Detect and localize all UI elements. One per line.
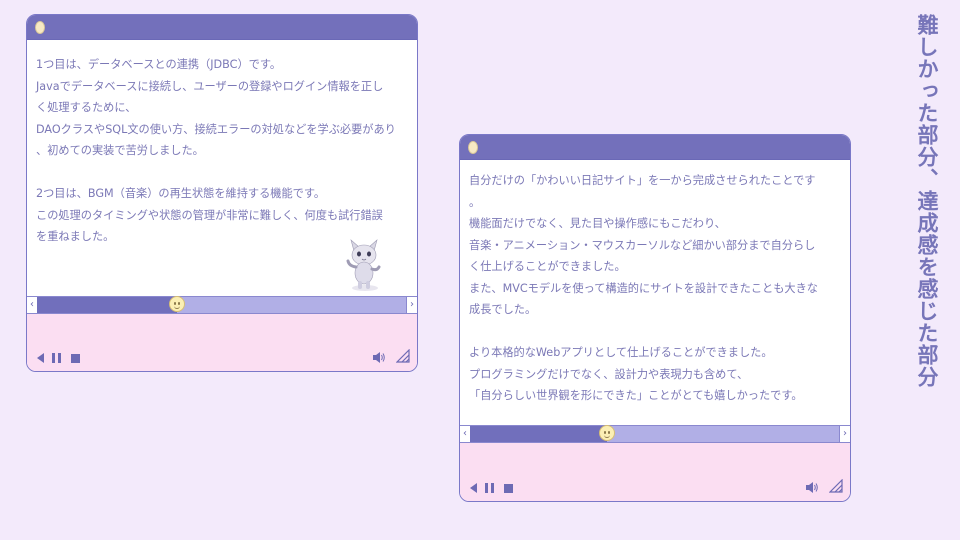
resize-handle-icon[interactable]: [829, 479, 843, 493]
circle-icon: [468, 141, 478, 154]
text-line: この処理のタイミングや状態の管理が非常に難しく、何度も試行錯誤: [36, 208, 383, 222]
text-line: Javaでデータベースに接続し、ユーザーの登録やログイン情報を正し: [36, 79, 384, 93]
speaker-icon[interactable]: [806, 482, 818, 493]
text-line: プログラミングだけでなく、設計力や表現力も含めて、: [469, 367, 749, 381]
smiley-face-icon[interactable]: [169, 296, 186, 312]
window-right-titlebar[interactable]: [460, 135, 850, 160]
text-line: 。: [469, 195, 481, 209]
window-left: 1つ目は、データベースとの連携（JDBC）です。 Javaでデータベースに接続し、…: [26, 14, 418, 372]
player-bar-right: [460, 443, 850, 501]
cat-mascot-icon: [332, 233, 394, 295]
text-line: 成長でした。: [469, 303, 537, 316]
text-line: 機能面だけでなく、見た目や操作感にもこだわり、: [469, 217, 726, 230]
play-back-icon[interactable]: [37, 353, 44, 363]
stop-icon[interactable]: [71, 354, 80, 363]
window-left-content: 1つ目は、データベースとの連携（JDBC）です。 Javaでデータベースに接続し、…: [27, 40, 417, 248]
window-right-content: 自分だけの「かわいい日記サイト」を一から完成させられたことです。機能面だけでなく…: [460, 160, 850, 407]
text-line: 音楽・アニメーション・マウスカーソルなど細かい部分まで自分らし: [469, 238, 816, 252]
resize-handle-icon[interactable]: [396, 349, 410, 363]
scroll-progress: [37, 297, 178, 313]
stop-icon[interactable]: [504, 484, 513, 493]
text-line: 1つ目は、データベースとの連携（JDBC）です。: [36, 58, 282, 71]
text-line: く仕上げることができました。: [469, 260, 626, 273]
speaker-icon[interactable]: [373, 352, 385, 363]
player-bar-left: [27, 314, 417, 371]
smiley-face-icon[interactable]: [598, 425, 615, 441]
text-line: 2つ目は、BGM（音楽）の再生状態を維持する機能です。: [36, 187, 326, 200]
text-line: 「自分らしい世界観を形にできた」ことがとても嬉しかったです。: [469, 389, 803, 402]
page-heading: 難しかった部分、達成感を感じた部分: [915, 14, 939, 388]
play-back-icon[interactable]: [470, 483, 477, 493]
text-line: DAOクラスやSQL文の使い方、接続エラーの対処などを学ぶ必要があり: [36, 122, 396, 136]
window-right: 自分だけの「かわいい日記サイト」を一から完成させられたことです。機能面だけでなく…: [459, 134, 851, 502]
scrollbar-right[interactable]: ‹ ›: [460, 425, 850, 443]
chevron-right-icon[interactable]: ›: [839, 426, 850, 442]
circle-icon: [35, 21, 45, 34]
text-line: より本格的なWebアプリとして仕上げることができました。: [469, 346, 773, 359]
chevron-right-icon[interactable]: ›: [406, 297, 417, 313]
text-line: く処理するために、: [36, 101, 137, 114]
scroll-progress: [470, 426, 607, 442]
text-line: 、初めての実装で苦労しました。: [36, 144, 204, 157]
text-line: 自分だけの「かわいい日記サイト」を一から完成させられたことです: [469, 174, 816, 187]
window-left-titlebar[interactable]: [27, 15, 417, 40]
pause-icon[interactable]: [52, 353, 61, 363]
text-line: また、MVCモデルを使って構造的にサイトを設計できたことも大きな: [469, 281, 818, 295]
scrollbar-left[interactable]: ‹ ›: [27, 296, 417, 314]
pause-icon[interactable]: [485, 483, 494, 493]
